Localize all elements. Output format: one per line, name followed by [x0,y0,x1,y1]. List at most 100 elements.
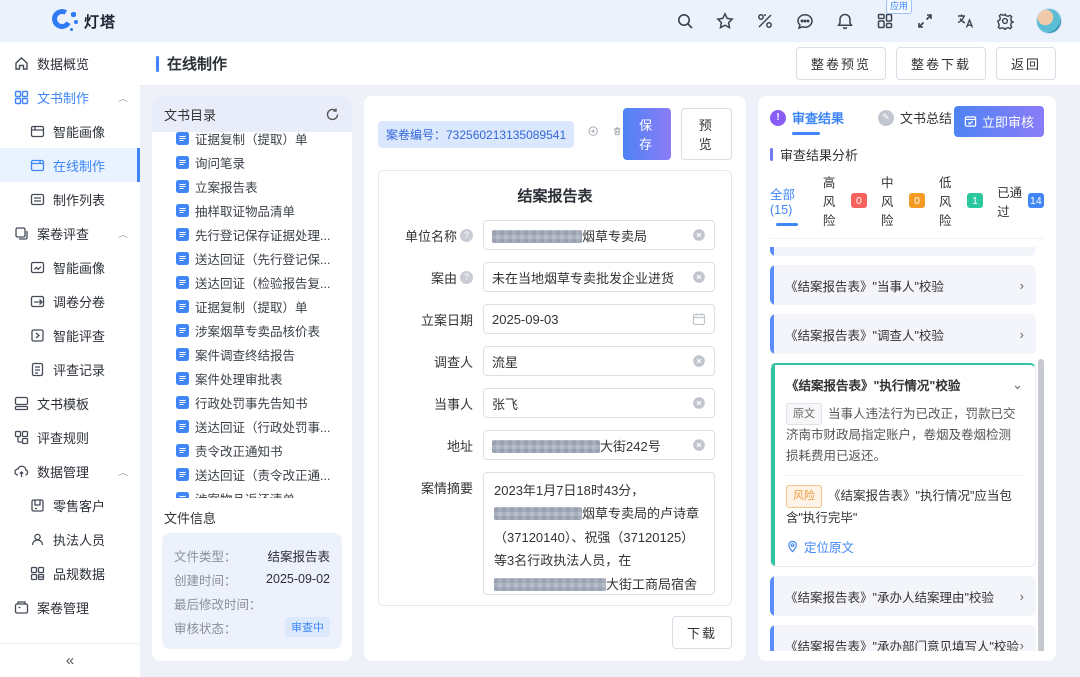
apps-icon[interactable]: 应用 [876,12,894,30]
sidebar-item-smart-review[interactable]: 智能评查 [0,318,140,352]
add-icon[interactable] [588,126,598,142]
check-card-dept-opinion[interactable]: 《结案报告表》"承办部门意见填写人"校验 › [770,625,1036,651]
search-icon[interactable] [676,12,694,30]
file-icon [176,348,189,361]
modified-label: 最后修改时间： [174,594,262,613]
case-summary-textarea[interactable]: 2023年1月7日18时43分，烟草专卖局的卢诗章（37120140）、祝强（3… [483,472,715,595]
check-card-investigator[interactable]: 《结案报告表》"调查人"校验 › [770,314,1036,354]
sidebar-item-online-making[interactable]: 在线制作 [0,148,140,182]
doc-item[interactable]: 案件处理审批表 [160,366,344,390]
rate-icon[interactable] [756,12,774,30]
file-icon [176,324,189,337]
doc-item[interactable]: 询问笔录 [160,150,344,174]
file-type-value: 结案报告表 [267,546,330,565]
back-button[interactable]: 返回 [996,47,1056,80]
partial-card[interactable] [770,247,1036,256]
help-icon: ? [460,271,473,284]
save-button[interactable]: 保存 [623,108,672,160]
doc-item[interactable]: 证据复制（提取）单 [160,294,344,318]
download-volume-button[interactable]: 整卷下载 [896,47,986,80]
clear-icon[interactable] [692,228,706,242]
sidebar-item-review-records[interactable]: 评查记录 [0,352,140,386]
doc-item[interactable]: 送达回证（责令改正通... [160,462,344,486]
clear-icon[interactable] [692,354,706,368]
preview-volume-button[interactable]: 整卷预览 [796,47,886,80]
doc-item[interactable]: 案件调查终结报告 [160,342,344,366]
filter-mid-risk[interactable]: 中风险0 [881,172,925,229]
sidebar-item-law-officers[interactable]: 执法人员 [0,522,140,556]
settings-icon[interactable] [996,12,1014,30]
doc-item[interactable]: 抽样取证物品清单 [160,198,344,222]
sidebar-item-smart-portrait-2[interactable]: 智能画像 [0,250,140,284]
list-icon [30,192,45,207]
doc-item[interactable]: 涉案物品返还清单 [160,486,344,498]
image-icon [30,124,45,139]
doc-item[interactable]: 送达回证（检验报告复... [160,270,344,294]
filter-passed[interactable]: 已通过14 [997,182,1044,220]
expanded-card-header[interactable]: 《结案报告表》"执行情况"校验 ⌄ [786,375,1023,394]
user-avatar[interactable] [1036,8,1062,34]
audit-now-button[interactable]: 立即审核 [954,106,1044,137]
sidebar-item-review-rules[interactable]: 评查规则 [0,420,140,454]
message-icon[interactable] [796,12,814,30]
redacted-text [492,230,582,243]
doc-item[interactable]: 立案报告表 [160,174,344,198]
sidebar-item-doc-templates[interactable]: 文书模板 [0,386,140,420]
download-button[interactable]: 下载 [672,616,732,649]
bell-icon[interactable] [836,12,854,30]
file-icon [176,444,189,457]
sidebar-item-case-management[interactable]: 案卷管理 [0,590,140,624]
refresh-icon[interactable] [325,107,340,122]
archive-icon [14,600,29,615]
doc-item[interactable]: 证据复制（提取）单 [160,126,344,150]
doc-item[interactable]: 先行登记保存证据处理... [160,222,344,246]
mid-risk-count: 0 [909,193,925,208]
clear-icon[interactable] [692,270,706,284]
home-icon [14,56,29,71]
calendar-icon[interactable] [692,312,706,326]
scrollbar-thumb[interactable] [1038,359,1044,651]
sidebar-item-retail-customers[interactable]: 零售客户 [0,488,140,522]
fullscreen-icon[interactable] [916,12,934,30]
tab-doc-summary[interactable]: ✎ 文书总结 [878,108,952,135]
filing-date-input[interactable]: 2025-09-03 [483,304,715,334]
check-card-party[interactable]: 《结案报告表》"当事人"校验 › [770,265,1036,305]
check-card-close-reason[interactable]: 《结案报告表》"承办人结案理由"校验 › [770,576,1036,616]
doc-item[interactable]: 行政处罚事先告知书 [160,390,344,414]
doc-item[interactable]: 涉案烟草专卖品核价表 [160,318,344,342]
filter-high-risk[interactable]: 高风险0 [823,172,867,229]
sidebar-item-making-list[interactable]: 制作列表 [0,182,140,216]
sidebar-group-data-management[interactable]: 数据管理 ︿ [0,454,140,488]
sidebar-item-product-data[interactable]: 品规数据 [0,556,140,590]
top-header: 灯塔 应用 [0,0,1080,42]
sidebar-item-smart-portrait[interactable]: 智能画像 [0,114,140,148]
filter-low-risk[interactable]: 低风险1 [939,172,983,229]
address-label: 地址 [447,436,473,455]
investigator-label: 调查人 [434,352,473,371]
sidebar-collapse-button[interactable]: « [0,643,140,677]
sidebar-group-doc-making[interactable]: 文书制作 ︿ [0,80,140,114]
doc-item[interactable]: 送达回证（行政处罚事... [160,414,344,438]
unit-name-input[interactable]: 烟草专卖局 [483,220,715,250]
locate-original-link[interactable]: 定位原文 [786,537,1023,556]
trash-icon[interactable] [612,126,622,142]
clear-icon[interactable] [692,396,706,410]
sidebar-group-case-review[interactable]: 案卷评查 ︿ [0,216,140,250]
clear-icon[interactable] [692,438,706,452]
doc-item[interactable]: 送达回证（先行登记保... [160,246,344,270]
sidebar-item-data-overview[interactable]: 数据概览 [0,46,140,80]
sidebar-item-volume-split[interactable]: 调卷分卷 [0,284,140,318]
translate-icon[interactable] [956,12,974,30]
file-icon [176,276,189,289]
doc-item[interactable]: 责令改正通知书 [160,438,344,462]
cause-input[interactable]: 未在当地烟草专卖批发企业进货 [483,262,715,292]
tab-review-results[interactable]: ! 审查结果 [770,108,844,135]
address-input[interactable]: 大街242号 [483,430,715,460]
star-icon[interactable] [716,12,734,30]
shop-icon [30,498,45,513]
filing-date-label: 立案日期 [421,310,473,329]
investigator-input[interactable]: 流星 [483,346,715,376]
filter-all[interactable]: 全部 (15) [770,184,809,217]
preview-button[interactable]: 预览 [681,108,732,160]
party-input[interactable]: 张飞 [483,388,715,418]
